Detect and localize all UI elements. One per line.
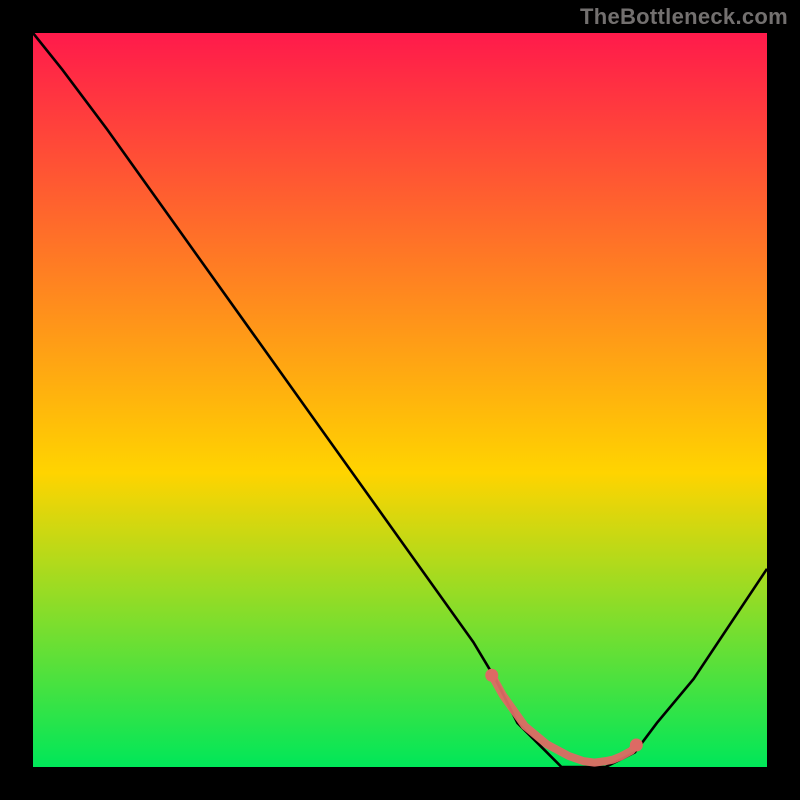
chart-stage: TheBottleneck.com bbox=[0, 0, 800, 800]
watermark-text: TheBottleneck.com bbox=[580, 4, 788, 30]
bottleneck-chart bbox=[0, 0, 800, 800]
chart-gradient-background bbox=[33, 33, 767, 767]
